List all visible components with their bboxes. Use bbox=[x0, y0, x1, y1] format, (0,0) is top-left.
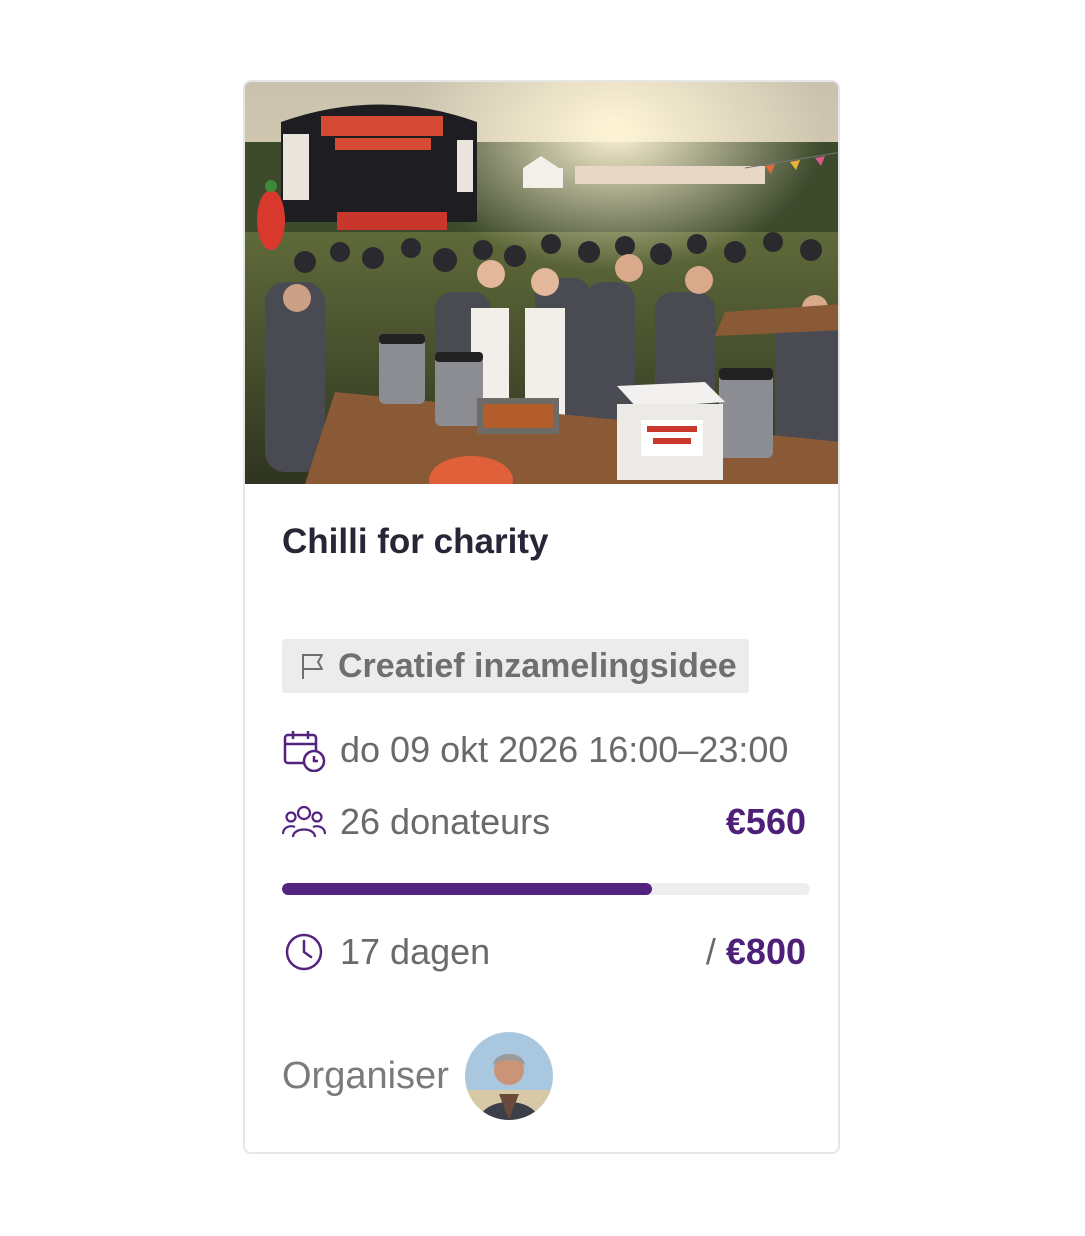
raised-amount: €560 bbox=[725, 801, 806, 842]
users-icon bbox=[282, 805, 326, 838]
clock-icon bbox=[285, 933, 323, 971]
donor-count: 26 donateurs bbox=[340, 801, 551, 842]
donors-row: 26 donateurs €560 bbox=[282, 800, 806, 844]
event-date: do 09 okt 2026 16:00–23:00 bbox=[340, 729, 789, 770]
event-photo[interactable] bbox=[245, 82, 838, 484]
fundraiser-card[interactable]: Chilli for charity Creatief inzamelingsi… bbox=[243, 80, 840, 1154]
goal-amount: €800 bbox=[725, 931, 806, 972]
days-remaining: 17 dagen bbox=[340, 931, 491, 972]
organiser-label: Organiser bbox=[282, 1054, 449, 1097]
flag-icon bbox=[302, 654, 323, 679]
fundraiser-title[interactable]: Chilli for charity bbox=[282, 522, 548, 562]
event-date-row: do 09 okt 2026 16:00–23:00 bbox=[282, 728, 806, 772]
category-label: Creatief inzamelingsidee bbox=[338, 646, 737, 685]
progress-bar bbox=[282, 883, 810, 895]
calendar-clock-icon bbox=[283, 731, 326, 772]
avatar[interactable] bbox=[464, 1032, 553, 1120]
progress-fill bbox=[282, 883, 652, 895]
goal-amount-wrapper: / €800 bbox=[706, 931, 806, 973]
organiser: Organiser bbox=[282, 1032, 553, 1120]
category-tag: Creatief inzamelingsidee bbox=[282, 639, 749, 693]
goal-prefix: / bbox=[705, 931, 726, 972]
time-left-row: 17 dagen / €800 bbox=[282, 930, 806, 974]
